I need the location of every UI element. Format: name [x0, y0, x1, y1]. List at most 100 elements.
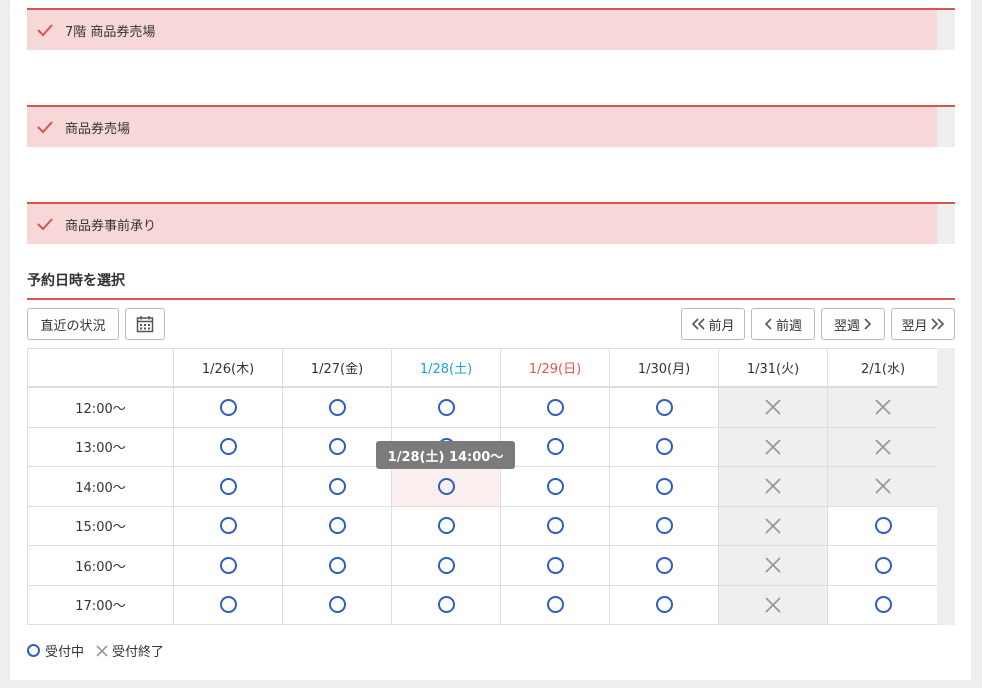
table-row: 16:00〜: [28, 546, 938, 586]
prev-month-label: 前月: [708, 318, 735, 334]
slot-open[interactable]: [282, 506, 391, 545]
day-header: 1/28(土): [391, 349, 500, 386]
time-label: 14:00〜: [75, 480, 126, 496]
open-circle-icon: [219, 398, 237, 416]
double-chevron-right-icon: [930, 318, 944, 330]
next-month-button[interactable]: 翌月: [891, 308, 955, 340]
table-row: 12:00〜: [28, 388, 938, 428]
cross-icon: [765, 597, 781, 613]
cross-icon: [875, 399, 891, 415]
slot-open[interactable]: [173, 388, 282, 427]
slot-open[interactable]: [391, 467, 500, 506]
slot-open[interactable]: [609, 506, 718, 545]
slot-open[interactable]: [282, 427, 391, 466]
cross-icon: [875, 439, 891, 455]
slot-closed: [827, 427, 938, 466]
slot-open[interactable]: [500, 467, 609, 506]
legend: 受付中 受付終了: [27, 641, 164, 660]
slot-closed: [718, 585, 827, 624]
slot-open[interactable]: [173, 467, 282, 506]
open-circle-icon: [546, 556, 564, 574]
slot-open[interactable]: [609, 546, 718, 585]
prev-month-button[interactable]: 前月: [681, 308, 745, 340]
slot-open[interactable]: [391, 388, 500, 427]
slot-open[interactable]: [500, 546, 609, 585]
heading-divider: [27, 298, 955, 300]
page-title: 予約日時を選択: [27, 273, 125, 289]
slot-open[interactable]: [173, 506, 282, 545]
cross-icon: [875, 478, 891, 494]
open-circle-icon: [437, 596, 455, 614]
cross-icon: [765, 439, 781, 455]
cross-icon: [765, 399, 781, 415]
section-label: 商品券売場: [65, 122, 131, 137]
hover-tooltip: 1/28(土) 14:00〜: [376, 441, 515, 469]
open-circle-icon: [437, 477, 455, 495]
slot-open[interactable]: [500, 427, 609, 466]
slot-open[interactable]: [173, 427, 282, 466]
slot-open[interactable]: [500, 506, 609, 545]
chevron-right-icon: [864, 318, 872, 330]
grid-scrollbar[interactable]: [937, 348, 955, 625]
open-circle-icon: [874, 517, 892, 535]
slot-open[interactable]: [391, 585, 500, 624]
open-circle-icon: [219, 517, 237, 535]
open-circle-icon: [655, 438, 673, 456]
open-circle-icon: [328, 477, 346, 495]
check-icon: [37, 24, 53, 37]
slot-open[interactable]: [282, 388, 391, 427]
open-circle-icon: [655, 477, 673, 495]
reservation-grid: 1/26(木) 1/27(金) 1/28(土) 1/29(日) 1/30(月) 1/31(…: [27, 348, 938, 625]
recent-status-button[interactable]: 直近の状況: [27, 308, 119, 340]
open-circle-icon: [437, 398, 455, 416]
open-circle-icon: [328, 438, 346, 456]
slot-open[interactable]: [391, 506, 500, 545]
table-row: 14:00〜: [28, 467, 938, 507]
slot-open[interactable]: [609, 427, 718, 466]
slot-open[interactable]: [500, 388, 609, 427]
slot-closed: [827, 467, 938, 506]
open-circle-icon: [219, 477, 237, 495]
slot-open[interactable]: [609, 585, 718, 624]
check-icon: [37, 121, 53, 134]
section-bar-1[interactable]: 7階 商品券売場: [27, 8, 955, 50]
prev-week-label: 前週: [775, 318, 802, 334]
slot-open[interactable]: [173, 546, 282, 585]
time-label: 12:00〜: [75, 401, 126, 417]
next-week-label: 翌週: [833, 318, 860, 334]
calendar-button[interactable]: [125, 308, 165, 340]
grid-header-row: 1/26(木) 1/27(金) 1/28(土) 1/29(日) 1/30(月) 1/31(…: [28, 349, 938, 388]
open-circle-icon: [437, 517, 455, 535]
open-circle-icon: [328, 596, 346, 614]
open-circle-icon: [655, 398, 673, 416]
slot-open[interactable]: [391, 546, 500, 585]
check-icon: [37, 218, 53, 231]
slot-open[interactable]: [609, 388, 718, 427]
slot-closed: [718, 388, 827, 427]
scroll-strip: [937, 107, 955, 147]
next-week-button[interactable]: 翌週: [821, 308, 885, 340]
slot-open[interactable]: [609, 467, 718, 506]
slot-open[interactable]: [282, 546, 391, 585]
open-circle-icon: [328, 556, 346, 574]
prev-week-button[interactable]: 前週: [751, 308, 815, 340]
slot-open[interactable]: [827, 585, 938, 624]
slot-open[interactable]: [173, 585, 282, 624]
legend-closed-label: 受付終了: [112, 645, 165, 660]
section-bar-3[interactable]: 商品券事前承り: [27, 202, 955, 244]
open-circle-icon: [328, 517, 346, 535]
legend-open-label: 受付中: [45, 645, 85, 660]
day-header: 1/31(火): [718, 349, 827, 386]
slot-open[interactable]: [827, 506, 938, 545]
day-header: 2/1(水): [827, 349, 938, 386]
slot-open[interactable]: [282, 467, 391, 506]
open-circle-icon: [328, 398, 346, 416]
open-circle-icon: [546, 477, 564, 495]
slot-open[interactable]: [282, 585, 391, 624]
slot-open[interactable]: [500, 585, 609, 624]
slot-open[interactable]: [827, 546, 938, 585]
open-circle-icon: [219, 596, 237, 614]
section-bar-2[interactable]: 商品券売場: [27, 105, 955, 147]
slot-closed: [718, 427, 827, 466]
header-corner: [28, 349, 173, 386]
